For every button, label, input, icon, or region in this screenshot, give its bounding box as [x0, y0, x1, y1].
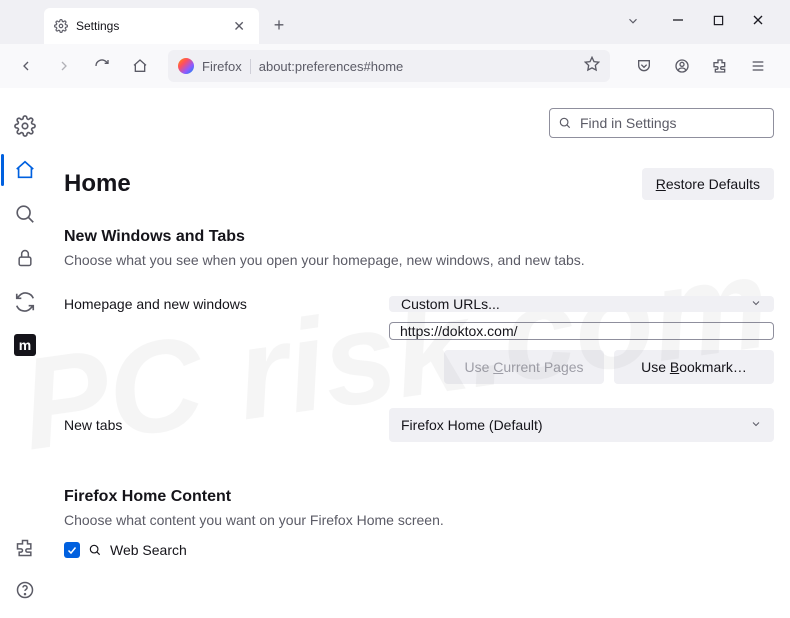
account-button[interactable] [666, 50, 698, 82]
url-text: about:preferences#home [259, 59, 576, 74]
homepage-url-input[interactable] [389, 322, 774, 340]
chevron-down-icon [750, 296, 762, 312]
home-button[interactable] [124, 50, 156, 82]
homepage-select[interactable]: Custom URLs... [389, 296, 774, 312]
section-new-windows-desc: Choose what you see when you open your h… [64, 252, 774, 268]
find-in-settings-input[interactable]: Find in Settings [549, 108, 774, 138]
page-title: Home [64, 170, 642, 198]
sidebar-more-mozilla[interactable]: m [14, 334, 36, 356]
newtabs-label: New tabs [64, 417, 389, 433]
homepage-select-value: Custom URLs... [401, 296, 500, 312]
window-controls [646, 0, 790, 40]
bookmark-star-icon[interactable] [584, 56, 600, 77]
section-home-content-title: Firefox Home Content [64, 488, 774, 506]
section-new-windows-title: New Windows and Tabs [64, 228, 774, 246]
search-icon [558, 116, 572, 130]
search-icon [88, 543, 102, 557]
websearch-checkbox[interactable] [64, 542, 80, 558]
browser-tab[interactable]: Settings ✕ [44, 8, 259, 44]
sidebar-privacy[interactable] [13, 246, 37, 270]
restore-label-rest: estore Defaults [666, 176, 760, 192]
settings-main: Find in Settings Home Restore Defaults N… [50, 88, 790, 618]
sidebar-home[interactable] [13, 158, 37, 182]
new-tab-button[interactable]: + [265, 11, 293, 39]
sidebar-search[interactable] [13, 202, 37, 226]
tabs-dropdown-button[interactable] [626, 14, 640, 33]
homepage-label: Homepage and new windows [64, 296, 389, 312]
identity-label: Firefox [202, 59, 251, 74]
tab-title: Settings [76, 19, 119, 33]
extensions-button[interactable] [704, 50, 736, 82]
section-home-content-desc: Choose what content you want on your Fir… [64, 512, 774, 528]
sidebar-extensions[interactable] [13, 536, 37, 560]
app-menu-button[interactable] [742, 50, 774, 82]
use-current-pages-button[interactable]: Use Current Pages [444, 350, 604, 384]
navigation-toolbar: Firefox about:preferences#home [0, 44, 790, 88]
find-placeholder: Find in Settings [580, 115, 677, 131]
titlebar: Settings ✕ + [0, 0, 790, 44]
use-bookmark-button[interactable]: Use Bookmark… [614, 350, 774, 384]
url-bar[interactable]: Firefox about:preferences#home [168, 50, 610, 82]
tab-close-button[interactable]: ✕ [229, 16, 249, 37]
minimize-button[interactable] [664, 6, 692, 34]
restore-defaults-button[interactable]: Restore Defaults [642, 168, 774, 200]
close-window-button[interactable] [744, 6, 772, 34]
back-button[interactable] [10, 50, 42, 82]
sidebar-general[interactable] [13, 114, 37, 138]
sidebar-help[interactable] [13, 578, 37, 602]
content-area: PC risk.com m Find in Settings Home Rest… [0, 88, 790, 618]
sidebar-sync[interactable] [13, 290, 37, 314]
pocket-button[interactable] [628, 50, 660, 82]
forward-button[interactable] [48, 50, 80, 82]
maximize-button[interactable] [704, 6, 732, 34]
newtabs-select-value: Firefox Home (Default) [401, 417, 543, 433]
websearch-label: Web Search [110, 542, 187, 558]
gear-icon [54, 19, 68, 33]
firefox-logo-icon [178, 58, 194, 74]
reload-button[interactable] [86, 50, 118, 82]
chevron-down-icon [750, 417, 762, 433]
newtabs-select[interactable]: Firefox Home (Default) [389, 408, 774, 442]
